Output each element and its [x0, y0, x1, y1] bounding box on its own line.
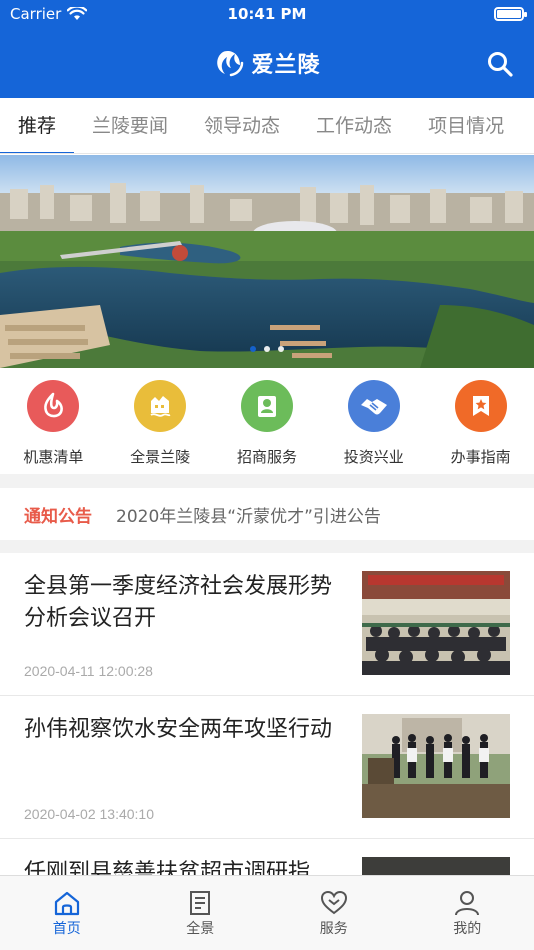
service-guide[interactable]: 办事指南	[433, 380, 529, 467]
news-date: 2020-04-11 12:00:28	[24, 663, 153, 679]
news-item[interactable]: 全县第一季度经济社会发展形势分析会议召开 2020-04-11 12:00:28	[0, 553, 534, 696]
heart-icon	[320, 890, 347, 915]
app-title: 爱兰陵	[251, 53, 321, 78]
carousel-dot[interactable]	[278, 346, 284, 352]
service-label: 全景兰陵	[130, 448, 191, 466]
app-header: Carrier 10:41 PM 爱兰陵	[0, 0, 534, 98]
bookmark-star-icon	[454, 380, 507, 432]
tabbar-label: 我的	[453, 921, 482, 937]
tab-lanling-news[interactable]: 兰陵要闻	[74, 98, 186, 153]
carrier-info: Carrier	[10, 5, 88, 23]
category-tabs: 推荐 兰陵要闻 领导动态 工作动态 项目情况	[0, 98, 534, 154]
service-investment-attraction[interactable]: 招商服务	[219, 380, 315, 467]
home-icon	[54, 891, 79, 916]
search-icon	[488, 52, 513, 77]
banner-carousel[interactable]	[0, 155, 534, 368]
notice-text[interactable]: 2020年兰陵县“沂蒙优才”引进公告	[116, 502, 381, 527]
tab-leader-activities[interactable]: 领导动态	[186, 98, 298, 153]
tab-project-status[interactable]: 项目情况	[410, 98, 522, 153]
tabbar-label: 全景	[186, 921, 215, 937]
person-card-icon	[240, 380, 293, 432]
service-policy-list[interactable]: 机惠清单	[5, 380, 101, 467]
service-label: 机惠清单	[23, 448, 84, 466]
document-icon	[190, 891, 211, 915]
flame-icon	[27, 380, 80, 432]
bottom-tab-bar: 首页 全景 服务 我的	[0, 875, 534, 950]
wifi-icon	[67, 7, 88, 20]
carousel-dot[interactable]	[250, 346, 256, 352]
app-logo-icon	[217, 51, 244, 77]
section-divider	[0, 474, 534, 488]
notice-bar[interactable]: 通知公告 2020年兰陵县“沂蒙优才”引进公告	[0, 488, 534, 540]
news-item[interactable]: 孙伟视察饮水安全两年攻坚行动 2020-04-02 13:40:10	[0, 696, 534, 839]
tabbar-label: 服务	[319, 921, 348, 937]
quick-services: 机惠清单 全景兰陵 招商服务 投资兴业 办事指南	[0, 368, 534, 474]
battery-icon	[494, 7, 527, 21]
tabbar-label: 首页	[52, 921, 81, 937]
notice-tag: 通知公告	[24, 506, 92, 527]
carousel-dots	[0, 346, 534, 352]
tabbar-service[interactable]: 服务	[267, 876, 401, 950]
service-panorama[interactable]: 全景兰陵	[112, 380, 208, 467]
search-button[interactable]	[484, 48, 516, 80]
news-title[interactable]: 孙伟视察饮水安全两年攻坚行动	[24, 714, 340, 780]
nav-bar: 爱兰陵	[0, 28, 534, 98]
service-label: 招商服务	[236, 448, 297, 466]
tabbar-mine[interactable]: 我的	[401, 876, 534, 950]
tab-recommend[interactable]: 推荐	[0, 98, 75, 153]
carousel-dot[interactable]	[264, 346, 270, 352]
carrier-label: Carrier	[10, 5, 62, 23]
tab-work-activities[interactable]: 工作动态	[298, 98, 410, 153]
service-label: 投资兴业	[343, 448, 404, 466]
news-date: 2020-04-02 13:40:10	[24, 806, 154, 822]
tabbar-home[interactable]: 首页	[0, 876, 134, 950]
section-divider	[0, 540, 534, 553]
tabbar-panorama[interactable]: 全景	[134, 876, 268, 950]
banner-image	[0, 155, 534, 368]
news-title[interactable]: 全县第一季度经济社会发展形势分析会议召开	[24, 571, 340, 637]
user-icon	[455, 891, 480, 916]
handshake-icon	[347, 380, 400, 432]
landscape-icon	[134, 380, 187, 432]
status-bar: Carrier 10:41 PM	[0, 0, 534, 28]
news-thumbnail[interactable]	[362, 714, 510, 818]
news-thumbnail[interactable]	[362, 571, 510, 675]
brand: 爱兰陵	[213, 47, 320, 79]
service-investment-business[interactable]: 投资兴业	[326, 380, 422, 467]
service-label: 办事指南	[450, 448, 511, 466]
